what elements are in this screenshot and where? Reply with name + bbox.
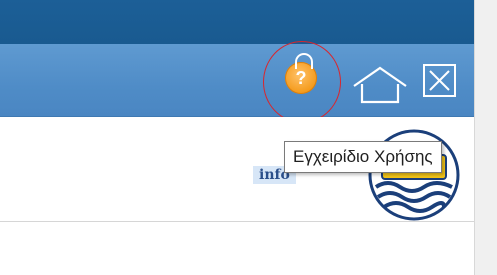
home-icon: [353, 66, 407, 104]
help-icon: ?: [295, 68, 307, 88]
help-tooltip: Εγχειρίδιο Χρήσης: [284, 141, 442, 173]
help-button[interactable]: ?: [285, 53, 317, 94]
help-icon-ring: [295, 53, 313, 69]
top-bar: [0, 0, 474, 44]
close-icon: [423, 64, 456, 97]
content-divider: [0, 221, 474, 222]
home-button[interactable]: [352, 64, 408, 104]
vertical-scrollbar[interactable]: [474, 0, 497, 275]
close-button[interactable]: [423, 64, 456, 97]
